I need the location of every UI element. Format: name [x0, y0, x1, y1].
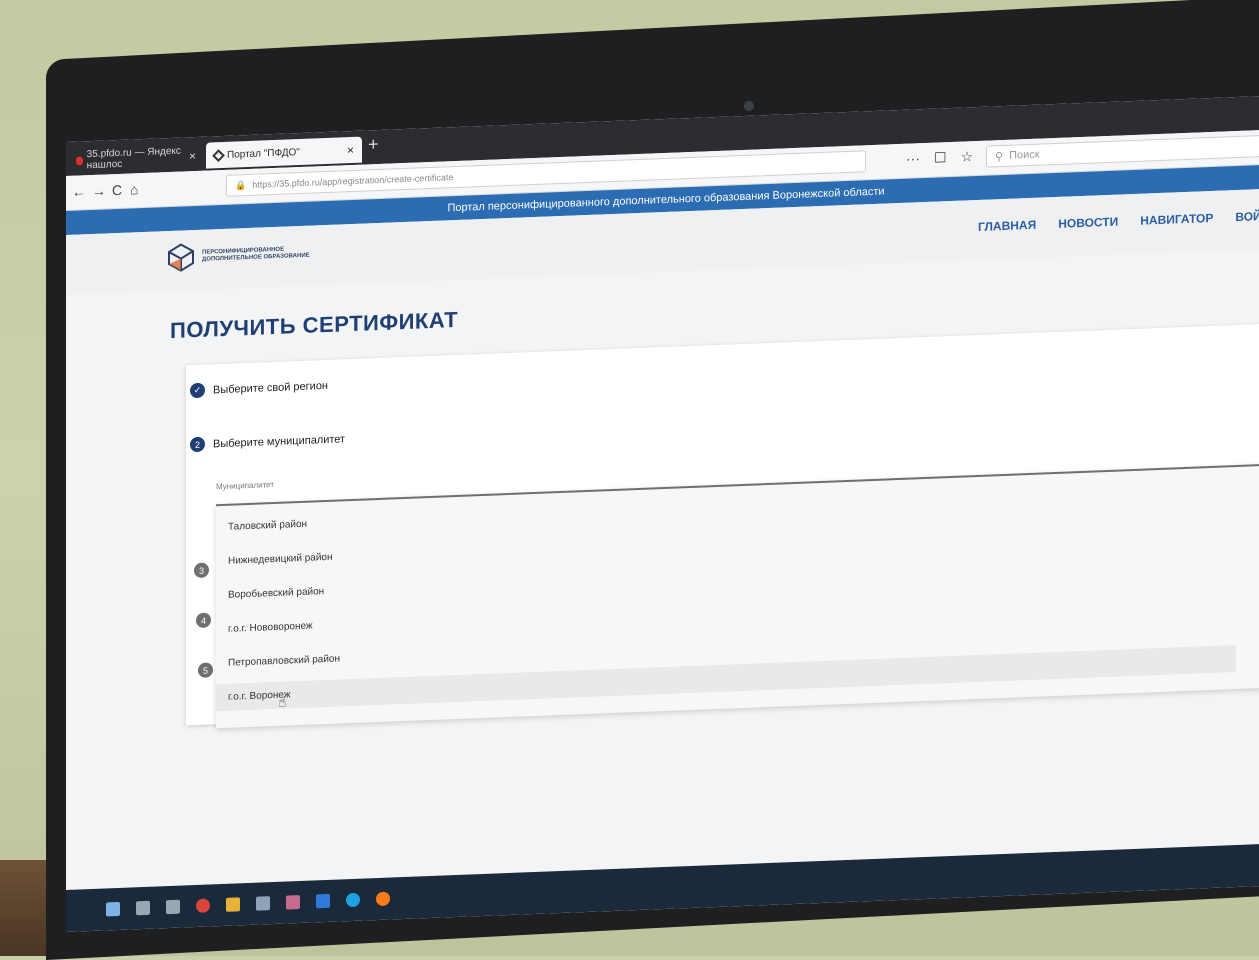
app-icon[interactable] — [316, 893, 330, 909]
logo-cube-icon — [168, 243, 194, 272]
step-number: 3 — [194, 562, 209, 579]
step-label: Выберите муниципалитет — [213, 432, 346, 450]
step-4: 4 — [196, 612, 211, 629]
list-item[interactable]: г.о.г. Воронеж — [216, 645, 1236, 712]
certificate-stepper: ✓ Выберите свой регион 2 Выберите муници… — [186, 323, 1259, 729]
app-icon[interactable] — [256, 896, 270, 911]
search-placeholder: Поиск — [1009, 148, 1040, 162]
menu-item-login[interactable]: ВОЙТ — [1235, 209, 1259, 224]
tab-label: 35.pfdo.ru — Яндекс нашлос — [86, 145, 181, 172]
tab-label: Портал "ПФДО" — [227, 146, 300, 161]
firefox-icon[interactable] — [376, 891, 390, 907]
laptop-screen: 35.pfdo.ru — Яндекс нашлос × Портал "ПФД… — [66, 95, 1259, 933]
pointer-cursor-icon: ☝ — [278, 693, 287, 710]
app-icon[interactable] — [286, 895, 300, 910]
lock-icon: 🔒 — [235, 179, 247, 191]
list-item[interactable]: Воробьевский район — [228, 586, 324, 601]
step-label: Выберите свой регион — [213, 379, 329, 396]
step-5: 5 — [198, 662, 213, 678]
site-logo[interactable]: ПЕРСОНИФИЦИРОВАННОЕ ДОПОЛНИТЕЛЬНОЕ ОБРАЗ… — [166, 238, 312, 274]
municipality-dropdown[interactable]: Таловский район Нижнедевицкий район Воро… — [216, 463, 1259, 729]
webcam-icon — [744, 101, 754, 111]
municipality-field-label: Муниципалитет — [216, 480, 275, 492]
main-menu: ГЛАВНАЯ НОВОСТИ НАВИГАТОР ВОЙТ — [978, 209, 1259, 234]
pocket-icon[interactable]: ☐ — [934, 149, 947, 166]
pfdo-favicon-icon — [212, 148, 225, 162]
more-icon[interactable]: ··· — [906, 150, 920, 168]
search-icon[interactable] — [136, 900, 150, 916]
list-item[interactable]: г.о.г. Нововоронеж — [228, 621, 313, 635]
menu-item-home[interactable]: ГЛАВНАЯ — [978, 218, 1036, 234]
tab-yandex[interactable]: 35.pfdo.ru — Яндекс нашлос × — [68, 143, 204, 174]
windows-start-icon[interactable] — [106, 901, 120, 917]
toolbar-actions: ··· ☐ ☆ — [906, 148, 973, 168]
step-number: 2 — [190, 436, 205, 453]
menu-item-navigator[interactable]: НАВИГАТОР — [1140, 211, 1213, 228]
search-icon: ⚲ — [995, 150, 1004, 163]
list-item[interactable]: Петропавловский район — [228, 653, 340, 668]
yandex-favicon-icon — [76, 155, 83, 166]
list-item[interactable]: Таловский район — [228, 519, 307, 533]
file-explorer-icon[interactable] — [226, 897, 240, 912]
close-icon[interactable]: × — [189, 149, 196, 163]
step-region[interactable]: ✓ Выберите свой регион — [190, 378, 329, 399]
url-text: https://35.pfdo.ru/app/registration/crea… — [252, 172, 454, 190]
tab-pfdo[interactable]: Портал "ПФДО" × — [206, 136, 362, 169]
task-view-icon[interactable] — [166, 899, 180, 915]
reload-button[interactable]: C — [112, 182, 122, 198]
back-button[interactable]: ← — [72, 183, 86, 200]
star-icon[interactable]: ☆ — [961, 148, 974, 165]
yandex-browser-icon[interactable] — [196, 898, 210, 914]
step-number: 5 — [198, 662, 213, 678]
page-title: ПОЛУЧИТЬ СЕРТИФИКАТ — [170, 306, 459, 344]
step-3: 3 — [194, 562, 209, 579]
new-tab-button[interactable]: + — [368, 134, 379, 155]
menu-item-news[interactable]: НОВОСТИ — [1058, 215, 1118, 231]
logo-text: ПЕРСОНИФИЦИРОВАННОЕ ДОПОЛНИТЕЛЬНОЕ ОБРАЗ… — [202, 246, 310, 263]
list-item[interactable]: Нижнедевицкий район — [228, 552, 333, 567]
close-icon[interactable]: × — [347, 143, 354, 157]
forward-button[interactable]: → — [92, 182, 106, 199]
step-municipality[interactable]: 2 Выберите муниципалитет — [190, 431, 346, 453]
skype-icon[interactable] — [346, 892, 360, 908]
step-number: 4 — [196, 612, 211, 629]
search-input[interactable]: ⚲ Поиск — [986, 134, 1259, 168]
check-icon: ✓ — [190, 382, 205, 399]
home-button[interactable]: ⌂ — [130, 181, 138, 197]
